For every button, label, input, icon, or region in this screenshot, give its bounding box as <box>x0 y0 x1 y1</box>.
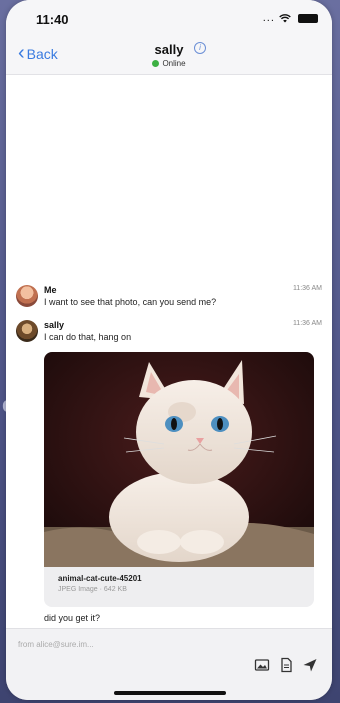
phone-screen: 11:40 ... ‹ Back sally i Online Me 11:36… <box>6 0 332 700</box>
message-time: 11:36 AM <box>292 320 322 327</box>
image-icon[interactable] <box>254 657 270 673</box>
battery-icon <box>298 13 318 23</box>
status-time: 11:40 <box>36 12 69 27</box>
image-attachment[interactable]: animal-cat-cute-45201 JPEG Image · 642 K… <box>44 352 314 607</box>
composer <box>6 628 332 700</box>
message-item: sally 11:36 AM I can do that, hang on <box>16 320 326 350</box>
message-time: 11:36 AM <box>292 285 322 292</box>
message-item: Me 11:36 AM I want to see that photo, ca… <box>16 285 326 315</box>
attachment-meta: JPEG Image · 642 KB <box>58 586 127 593</box>
message-sender: sally <box>44 320 65 330</box>
wifi-icon <box>279 13 291 23</box>
home-indicator <box>114 691 226 695</box>
send-icon[interactable] <box>302 657 318 673</box>
message-text: I can do that, hang on <box>44 332 132 342</box>
presence-label: Online <box>162 59 186 68</box>
attachment-name: animal-cat-cute-45201 <box>58 574 142 583</box>
signal-icon: ... <box>262 12 275 24</box>
online-dot <box>152 60 160 67</box>
message-sender: Me <box>44 285 57 295</box>
presence-status: Online <box>6 59 332 68</box>
status-icons: ... <box>263 12 318 24</box>
status-bar: 11:40 ... <box>6 0 332 40</box>
chat-title: sally <box>154 42 184 57</box>
avatar[interactable] <box>16 320 38 342</box>
info-icon[interactable]: i <box>194 42 206 54</box>
nav-bar: ‹ Back sally i Online <box>6 40 332 75</box>
cat-photo <box>44 352 314 567</box>
message-text: I want to see that photo, can you send m… <box>44 297 217 307</box>
message-input[interactable] <box>16 635 320 653</box>
avatar[interactable] <box>16 285 38 307</box>
message-text: did you get it? <box>44 613 101 623</box>
file-icon[interactable] <box>278 657 294 673</box>
